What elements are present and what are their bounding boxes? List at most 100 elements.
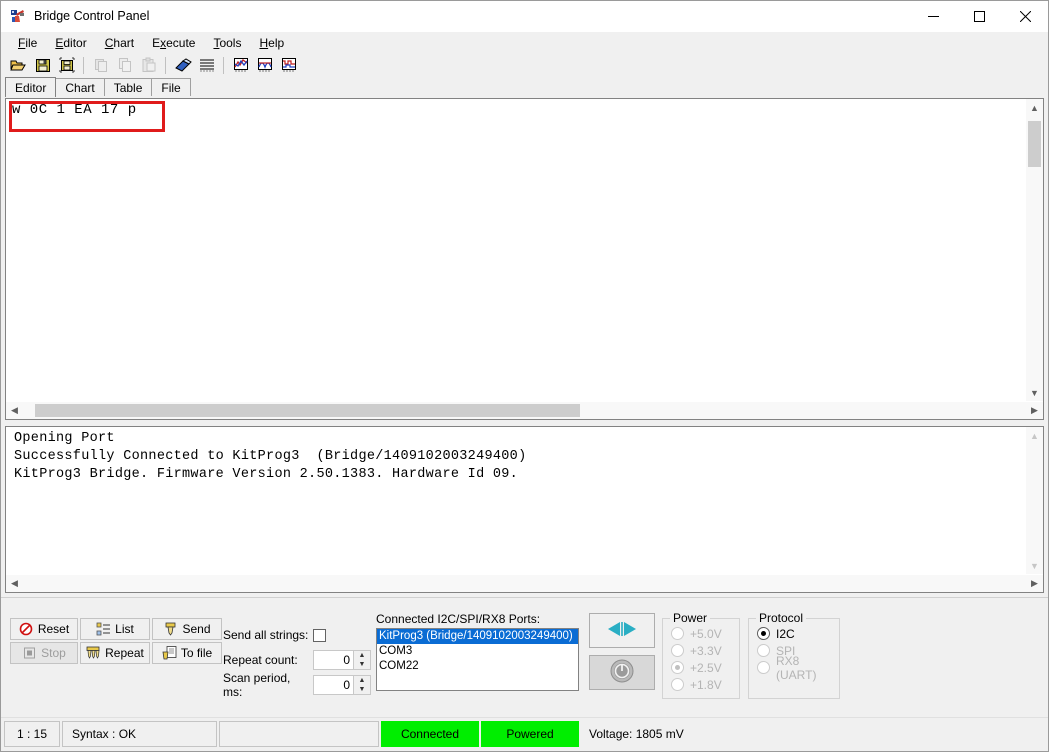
power-toggle-button[interactable] xyxy=(589,655,655,690)
chart-digital-icon[interactable] xyxy=(277,54,300,76)
minimize-button[interactable] xyxy=(910,1,956,31)
scan-period-increment[interactable]: ▲ xyxy=(354,676,370,685)
menu-help[interactable]: Help xyxy=(250,34,293,52)
command-editor-input[interactable]: w 0C 1 EA 17 p xyxy=(6,99,1025,401)
repeat-button[interactable]: Repeat xyxy=(80,642,150,664)
list-item[interactable]: COM22 xyxy=(377,659,578,674)
powered-status-badge: Powered xyxy=(481,721,579,747)
tab-table-label: Table xyxy=(113,81,143,95)
stop-button-label: Stop xyxy=(41,646,66,660)
menu-chart[interactable]: Chart xyxy=(96,34,143,52)
log-vscroll-track[interactable] xyxy=(1026,444,1043,557)
maximize-button[interactable] xyxy=(956,1,1002,31)
list-icon xyxy=(96,622,112,637)
protocol-option-rx8[interactable]: RX8 (UART) xyxy=(749,654,839,682)
repeat-count-stepper[interactable]: 0 ▲ ▼ xyxy=(313,650,371,670)
chart-scope-icon[interactable] xyxy=(253,54,276,76)
power-option-33v[interactable]: +3.3V xyxy=(663,642,739,659)
power-option-18v[interactable]: +1.8V xyxy=(663,676,739,693)
to-file-button[interactable]: To file xyxy=(152,642,222,664)
log-scroll-up-arrow[interactable]: ▲ xyxy=(1026,427,1043,444)
editor-body: w 0C 1 EA 17 p ▲ ▼ xyxy=(6,99,1043,401)
power-option-25v[interactable]: +2.5V xyxy=(663,659,739,676)
editor-horizontal-scrollbar[interactable]: ◀ ▶ xyxy=(6,401,1043,419)
control-panel: Reset List Send Stop Repeat To file Send… xyxy=(1,597,1048,717)
menu-execute[interactable]: Execute xyxy=(143,34,204,52)
send-all-strings-row: Send all strings: xyxy=(223,624,371,646)
log-hscroll-track[interactable] xyxy=(23,575,1026,592)
menu-editor[interactable]: Editor xyxy=(46,34,95,52)
scan-period-decrement[interactable]: ▼ xyxy=(354,685,370,694)
close-button[interactable] xyxy=(1002,1,1048,31)
repeat-count-spin-buttons[interactable]: ▲ ▼ xyxy=(353,651,370,669)
log-vertical-scrollbar[interactable]: ▲ ▼ xyxy=(1025,427,1043,574)
syntax-status-panel: Syntax : OK xyxy=(62,721,217,747)
editor-scroll-left-arrow[interactable]: ◀ xyxy=(6,402,23,419)
connect-transfer-icon xyxy=(603,619,641,642)
action-buttons: Reset List Send Stop Repeat To file xyxy=(10,618,222,664)
connected-status-badge: Connected xyxy=(381,721,479,747)
scan-period-stepper[interactable]: 0 ▲ ▼ xyxy=(313,675,371,695)
protocol-option-i2c[interactable]: I2C xyxy=(749,625,839,642)
tab-editor[interactable]: Editor xyxy=(5,77,57,97)
list-item[interactable]: KitProg3 (Bridge/1409102003249400) xyxy=(377,629,578,644)
radio-selected-icon xyxy=(671,661,684,674)
title-bar: Bridge Control Panel xyxy=(1,1,1048,32)
log-scroll-left-arrow[interactable]: ◀ xyxy=(6,575,23,592)
log-line-3: KitProg3 Bridge. Firmware Version 2.50.1… xyxy=(14,467,519,482)
send-all-strings-checkbox[interactable] xyxy=(313,628,326,642)
repeat-count-row: Repeat count: 0 ▲ ▼ xyxy=(223,649,371,671)
list-lines-icon[interactable] xyxy=(195,54,218,76)
editor-hscroll-thumb[interactable] xyxy=(35,404,580,417)
log-scroll-right-arrow[interactable]: ▶ xyxy=(1026,575,1043,592)
connect-disconnect-button[interactable] xyxy=(589,613,655,648)
ports-label: Connected I2C/SPI/RX8 Ports: xyxy=(376,612,541,626)
tab-table[interactable]: Table xyxy=(103,78,153,97)
paste-icon xyxy=(137,54,160,76)
tab-file[interactable]: File xyxy=(151,78,191,97)
radio-icon xyxy=(757,661,770,674)
editor-scroll-right-arrow[interactable]: ▶ xyxy=(1026,402,1043,419)
repeat-button-label: Repeat xyxy=(105,646,144,660)
list-button[interactable]: List xyxy=(80,618,150,640)
send-all-strings-label: Send all strings: xyxy=(223,628,309,642)
radio-icon xyxy=(671,627,684,640)
menu-file[interactable]: File xyxy=(9,34,46,52)
power-groupbox: Power +5.0V +3.3V +2.5V +1.8V xyxy=(662,611,740,699)
voltage-readout: Voltage: 1805 mV xyxy=(581,721,684,747)
log-horizontal-scrollbar[interactable]: ◀ ▶ xyxy=(6,574,1043,592)
send-button-label: Send xyxy=(182,622,211,636)
log-scroll-down-arrow[interactable]: ▼ xyxy=(1026,557,1043,574)
eraser-clear-icon[interactable] xyxy=(171,54,194,76)
editor-hscroll-track[interactable] xyxy=(23,402,1026,419)
tab-chart[interactable]: Chart xyxy=(55,78,105,97)
scan-period-label: Scan period, ms: xyxy=(223,671,291,699)
to-file-icon xyxy=(162,645,178,661)
ports-listbox[interactable]: KitProg3 (Bridge/1409102003249400) COM3 … xyxy=(376,628,579,691)
editor-scroll-down-arrow[interactable]: ▼ xyxy=(1026,384,1043,401)
open-file-icon[interactable] xyxy=(7,54,30,76)
editor-vscroll-track[interactable] xyxy=(1026,116,1043,384)
save-file-icon[interactable] xyxy=(31,54,54,76)
power-option-18v-label: +1.8V xyxy=(690,677,722,692)
save-as-file-icon[interactable] xyxy=(55,54,78,76)
reset-button[interactable]: Reset xyxy=(10,618,78,640)
repeat-count-value[interactable]: 0 xyxy=(314,651,353,669)
menu-tools[interactable]: Tools xyxy=(204,34,250,52)
list-item[interactable]: COM3 xyxy=(377,644,578,659)
log-output[interactable]: Opening Port Successfully Connected to K… xyxy=(6,427,1025,574)
log-pane: Opening Port Successfully Connected to K… xyxy=(5,426,1044,593)
send-button[interactable]: Send xyxy=(152,618,222,640)
repeat-count-decrement[interactable]: ▼ xyxy=(354,660,370,669)
tab-chart-label: Chart xyxy=(65,81,95,95)
chart-line-icon[interactable] xyxy=(229,54,252,76)
scan-period-value[interactable]: 0 xyxy=(314,676,353,694)
scan-period-row: Scan period, ms: 0 ▲ ▼ xyxy=(223,671,371,699)
scan-period-spin-buttons[interactable]: ▲ ▼ xyxy=(353,676,370,694)
repeat-count-increment[interactable]: ▲ xyxy=(354,651,370,660)
editor-vertical-scrollbar[interactable]: ▲ ▼ xyxy=(1025,99,1043,401)
editor-vscroll-thumb[interactable] xyxy=(1028,121,1041,167)
to-file-button-label: To file xyxy=(180,646,213,660)
editor-scroll-up-arrow[interactable]: ▲ xyxy=(1026,99,1043,116)
power-option-5v[interactable]: +5.0V xyxy=(663,625,739,642)
